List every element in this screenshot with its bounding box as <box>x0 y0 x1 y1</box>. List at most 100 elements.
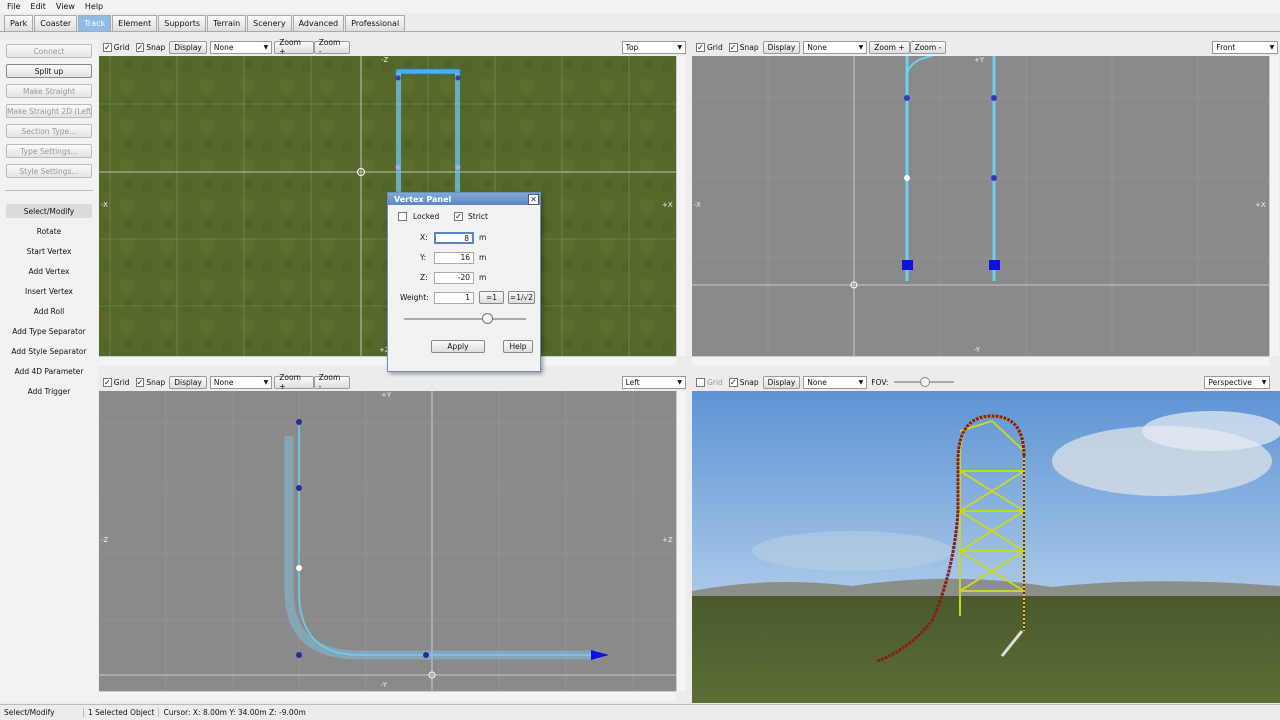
tab-advanced[interactable]: Advanced <box>292 15 345 31</box>
top-view-select[interactable]: Top ▼ <box>621 40 686 54</box>
section-type-button[interactable]: Section Type... <box>6 124 92 138</box>
front-viewport[interactable]: +Y -X +X -Y <box>692 56 1269 356</box>
left-axis-up-label: +Y <box>381 391 392 399</box>
front-display-button[interactable]: Display <box>762 40 801 54</box>
mode-start-vertex[interactable]: Start Vertex <box>6 244 92 258</box>
make-straight-button[interactable]: Make Straight <box>6 84 92 98</box>
main-tab-bar: Park Coaster Track Element Supports Terr… <box>0 14 1280 32</box>
top-snap-checkbox[interactable]: ✓ <box>135 42 145 52</box>
type-settings-button[interactable]: Type Settings... <box>6 144 92 158</box>
front-vertical-scrollbar[interactable] <box>1269 56 1279 356</box>
perspective-grid-checkbox[interactable] <box>696 377 705 387</box>
mode-add-vertex[interactable]: Add Vertex <box>6 264 92 278</box>
left-view-value: Left <box>625 377 640 387</box>
tab-scenery[interactable]: Scenery <box>247 15 292 31</box>
vertex-panel-titlebar[interactable]: Vertex Panel ✕ <box>388 193 540 205</box>
fov-slider-thumb[interactable] <box>920 377 931 387</box>
y-unit: m <box>479 253 487 262</box>
x-field[interactable]: 8 <box>434 232 474 244</box>
mode-add-4d-parameter[interactable]: Add 4D Parameter <box>6 364 92 378</box>
x-label: X: <box>420 233 428 242</box>
left-vertical-scrollbar[interactable] <box>676 391 686 691</box>
menu-file[interactable]: File <box>2 2 25 11</box>
top-zoom-out-button[interactable]: Zoom - <box>313 38 350 56</box>
tab-track[interactable]: Track <box>78 15 112 31</box>
y-field[interactable]: 16 <box>434 252 474 264</box>
menu-edit[interactable]: Edit <box>25 2 51 11</box>
tab-element[interactable]: Element <box>112 15 158 31</box>
left-viewport[interactable]: +Y -Z +Z -Y <box>99 391 676 691</box>
perspective-filter-select[interactable]: None ▼ <box>803 375 868 389</box>
tab-park[interactable]: Park <box>4 15 34 31</box>
weight-slider-thumb[interactable] <box>482 313 493 324</box>
weight-one-button[interactable]: =1 <box>479 291 504 304</box>
make-straight-2d-button[interactable]: Make Straight 2D (Left) <box>6 104 92 118</box>
mode-add-trigger[interactable]: Add Trigger <box>6 384 92 398</box>
top-display-button[interactable]: Display <box>169 40 207 54</box>
front-zoom-in-button[interactable]: Zoom + <box>869 40 910 54</box>
mode-select-modify[interactable]: Select/Modify <box>6 204 92 218</box>
front-axis-left-label: -X <box>694 201 701 209</box>
front-grid-checkbox[interactable]: ✓ <box>696 42 705 52</box>
menu-help[interactable]: Help <box>80 2 108 11</box>
left-axis-left-label: -Z <box>101 536 109 544</box>
mode-add-type-separator[interactable]: Add Type Separator <box>6 324 92 338</box>
help-button[interactable]: Help <box>503 340 533 353</box>
front-filter-select[interactable]: None ▼ <box>803 40 868 54</box>
fov-slider[interactable] <box>894 377 955 387</box>
top-axis-up-label: -Z <box>381 56 389 64</box>
tab-coaster[interactable]: Coaster <box>34 15 78 31</box>
perspective-viewport[interactable] <box>692 391 1280 703</box>
menu-view[interactable]: View <box>51 2 80 11</box>
front-axis-down-label: -Y <box>974 346 980 354</box>
top-grid-checkbox[interactable]: ✓ <box>103 42 112 52</box>
perspective-view-select[interactable]: Perspective ▼ <box>1204 375 1271 389</box>
top-filter-select[interactable]: None ▼ <box>209 40 273 54</box>
tab-professional[interactable]: Professional <box>345 15 406 31</box>
perspective-display-button[interactable]: Display <box>762 375 801 389</box>
vertex-panel-title: Vertex Panel <box>394 194 452 204</box>
strict-checkbox[interactable]: ✓ <box>454 212 463 221</box>
style-settings-button[interactable]: Style Settings... <box>6 164 92 178</box>
left-grid-checkbox[interactable]: ✓ <box>103 377 112 387</box>
weight-field[interactable]: 1 <box>434 292 474 304</box>
mode-add-roll[interactable]: Add Roll <box>6 304 92 318</box>
weight-slider-track[interactable] <box>404 318 526 320</box>
chevron-down-icon: ▼ <box>1261 378 1267 386</box>
left-view-select[interactable]: Left ▼ <box>621 375 686 389</box>
chevron-down-icon: ▼ <box>677 378 682 386</box>
y-label: Y: <box>420 253 427 262</box>
perspective-viewport-canvas <box>692 391 1280 703</box>
front-view-select[interactable]: Front ▼ <box>1212 40 1279 54</box>
left-grid-label: Grid <box>113 377 130 387</box>
left-snap-checkbox[interactable]: ✓ <box>135 377 145 387</box>
tab-terrain[interactable]: Terrain <box>207 15 247 31</box>
top-zoom-in-button[interactable]: Zoom + <box>274 38 314 56</box>
left-zoom-out-button[interactable]: Zoom - <box>313 373 350 391</box>
perspective-filter-value: None <box>807 377 827 387</box>
weight-inv-sqrt2-button[interactable]: =1/√2 <box>508 291 535 304</box>
top-view-value: Top <box>625 42 639 52</box>
left-horizontal-scrollbar[interactable] <box>99 691 676 701</box>
z-field[interactable]: -20 <box>434 272 474 284</box>
locked-checkbox[interactable] <box>398 212 407 221</box>
front-horizontal-scrollbar[interactable] <box>692 356 1269 366</box>
mode-add-style-separator[interactable]: Add Style Separator <box>6 344 92 358</box>
perspective-snap-checkbox[interactable]: ✓ <box>728 377 738 387</box>
front-snap-checkbox[interactable]: ✓ <box>728 42 738 52</box>
left-zoom-in-button[interactable]: Zoom + <box>274 373 314 391</box>
apply-button[interactable]: Apply <box>431 340 485 353</box>
left-filter-select[interactable]: None ▼ <box>209 375 273 389</box>
close-icon[interactable]: ✕ <box>528 193 539 205</box>
top-vertical-scrollbar[interactable] <box>676 56 686 356</box>
tab-supports[interactable]: Supports <box>158 15 207 31</box>
mode-insert-vertex[interactable]: Insert Vertex <box>6 284 92 298</box>
front-zoom-out-button[interactable]: Zoom - <box>909 40 947 54</box>
left-display-button[interactable]: Display <box>169 375 207 389</box>
front-filter-value: None <box>807 42 827 52</box>
split-up-button[interactable]: Split up <box>6 64 92 78</box>
front-view-value: Front <box>1216 42 1236 52</box>
top-axis-left-label: -X <box>101 201 108 209</box>
mode-rotate[interactable]: Rotate <box>6 224 92 238</box>
connect-button[interactable]: Connect <box>6 44 92 58</box>
